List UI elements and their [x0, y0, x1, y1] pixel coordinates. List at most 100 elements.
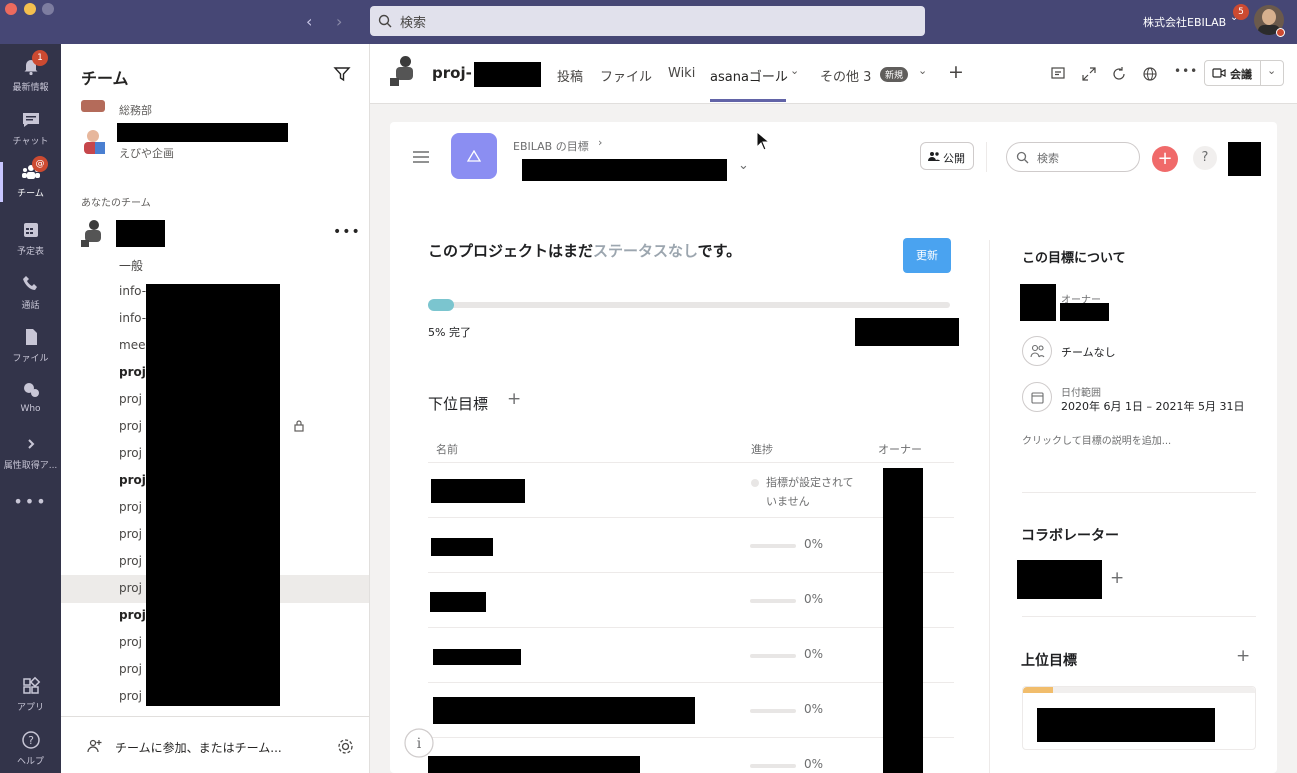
join-team-icon[interactable] [87, 738, 103, 754]
help-label: ? [1201, 150, 1209, 165]
channel-item[interactable]: proj [119, 365, 146, 379]
more-apps-icon[interactable]: ••• [0, 492, 61, 511]
chevron-down-icon[interactable]: ⌄ [918, 64, 927, 77]
tab-files[interactable]: ファイル [600, 66, 652, 85]
join-team-link[interactable]: チームに参加、またはチーム... [115, 739, 282, 756]
channel-item[interactable]: mee [119, 338, 145, 352]
rail-item-attribute-app[interactable]: 属性取得ア... [0, 434, 61, 471]
meet-button[interactable]: 会議 ⌄ [1204, 60, 1284, 86]
channel-item[interactable]: proj [119, 419, 142, 433]
globe-icon[interactable] [1142, 66, 1158, 82]
redacted-goal-title [522, 159, 727, 181]
about-title: この目標について [1022, 251, 1126, 266]
rail-item-calls[interactable]: 通話 [0, 274, 61, 311]
info-icon[interactable]: i [404, 728, 434, 758]
more-options-icon[interactable]: ••• [1174, 64, 1198, 78]
column-header-name: 名前 [436, 443, 458, 456]
rail-item-teams[interactable]: チーム @ [0, 156, 61, 202]
conversation-icon[interactable] [1050, 66, 1066, 82]
expand-icon[interactable] [1081, 66, 1097, 82]
active-tab-indicator [710, 99, 786, 102]
more-options-icon[interactable]: ••• [333, 224, 361, 240]
channel-item[interactable]: proj [119, 446, 142, 460]
rail-item-who[interactable]: Who [0, 380, 61, 414]
add-subgoal-icon[interactable]: + [507, 389, 521, 409]
tab-wiki[interactable]: Wiki [668, 66, 695, 81]
parent-goals-title: 上位目標 [1021, 653, 1077, 669]
section-divider [1022, 492, 1256, 493]
rail-item-calendar[interactable]: 予定表 [0, 220, 61, 257]
gear-icon[interactable] [337, 738, 354, 755]
breadcrumb[interactable]: EBILAB の目標 [513, 138, 589, 154]
channel-item[interactable]: proj [119, 473, 146, 487]
channel-item[interactable]: info- [119, 311, 146, 325]
channel-item[interactable]: info- [119, 284, 146, 298]
rail-item-chat[interactable]: チャット [0, 110, 61, 147]
add-collaborator-icon[interactable]: + [1110, 568, 1124, 588]
parent-goal-card[interactable] [1022, 686, 1256, 750]
redacted-subgoal-name [431, 538, 493, 556]
public-button[interactable]: 公開 [920, 142, 974, 170]
channel-item[interactable]: proj [119, 500, 142, 514]
column-header-owner: オーナー [878, 443, 922, 456]
description-placeholder[interactable]: クリックして目標の説明を追加... [1022, 432, 1171, 447]
close-window-button[interactable] [5, 3, 17, 15]
tab-more[interactable]: その他 3 [820, 66, 871, 85]
minimize-window-button[interactable] [24, 3, 36, 15]
meet-label: 会議 [1230, 68, 1252, 81]
back-arrow-icon[interactable]: ‹ [306, 12, 312, 31]
channel-item[interactable]: proj [119, 392, 142, 406]
team-avatar [81, 220, 105, 248]
filter-icon[interactable] [333, 65, 351, 83]
status-suffix: です。 [697, 242, 742, 260]
rail-label-activity: 最新情報 [12, 83, 49, 93]
channel-item[interactable]: proj [119, 554, 142, 568]
redacted-subgoal-name [430, 592, 486, 612]
rail-item-help[interactable]: ? ヘルプ [0, 730, 61, 767]
people-icon [1030, 344, 1045, 358]
refresh-icon[interactable] [1111, 66, 1127, 82]
redacted-team-name [117, 123, 288, 142]
search-placeholder: 検索 [400, 16, 427, 31]
divider [1260, 61, 1261, 85]
hamburger-menu-icon[interactable] [412, 150, 430, 164]
organization-name[interactable]: 株式会社EBILAB [1143, 14, 1226, 30]
tab-posts[interactable]: 投稿 [557, 66, 583, 85]
chevron-down-icon[interactable]: ⌄ [790, 64, 799, 77]
chevron-down-icon[interactable]: ⌄ [738, 158, 749, 173]
add-icon[interactable]: + [1152, 146, 1178, 172]
channel-item-selected[interactable]: proj [119, 581, 142, 595]
rail-item-apps[interactable]: アプリ [0, 676, 61, 713]
date-range-value[interactable]: 2020年 6月 1日 – 2021年 5月 31日 [1061, 398, 1244, 414]
asana-search-input[interactable]: 検索 [1006, 142, 1140, 172]
arrow-right-icon [27, 439, 34, 449]
help-icon[interactable]: ? [1193, 146, 1217, 170]
add-parent-goal-icon[interactable]: + [1236, 646, 1250, 666]
subgoal-progress-track [750, 709, 796, 713]
global-search-input[interactable]: 検索 [370, 6, 925, 36]
team-value[interactable]: チームなし [1061, 344, 1116, 360]
notification-count-badge: 5 [1233, 4, 1249, 20]
add-tab-icon[interactable]: + [948, 61, 964, 83]
team-name-soumu[interactable]: 総務部 [119, 102, 152, 118]
channel-item[interactable]: proj [119, 527, 142, 541]
team-name-ebiya[interactable]: えびや企画 [119, 145, 174, 161]
forward-arrow-icon[interactable]: › [336, 12, 342, 31]
channel-item[interactable]: 一般 [119, 257, 143, 274]
rail-item-activity[interactable]: 最新情報 1 [0, 50, 61, 93]
channel-item[interactable]: proj [119, 635, 142, 649]
channel-item[interactable]: proj [119, 689, 142, 703]
rail-item-files[interactable]: ファイル [0, 327, 61, 364]
channel-item[interactable]: proj [119, 662, 142, 676]
chevron-down-icon[interactable]: ⌄ [1267, 64, 1276, 77]
redacted-subgoal-name [433, 649, 521, 665]
channel-item[interactable]: proj [119, 608, 146, 622]
chat-icon [22, 113, 39, 127]
tab-asana-goals[interactable]: asanaゴール [710, 66, 788, 85]
update-status-button[interactable]: 更新 [903, 238, 951, 273]
zoom-window-button[interactable] [42, 3, 54, 15]
rail-label-teams: チーム [17, 189, 44, 199]
redacted-user-avatar [1228, 142, 1261, 176]
rail-label-calls: 通話 [21, 301, 40, 311]
teams-panel-title: チーム [81, 69, 129, 88]
